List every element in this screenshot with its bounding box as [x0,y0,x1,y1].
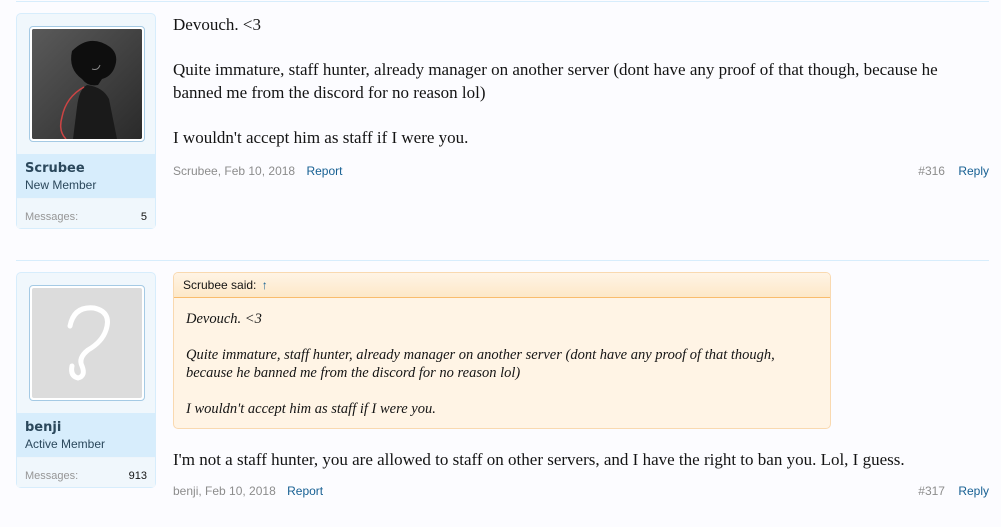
post-number-link[interactable]: #316 [918,164,945,178]
message-paragraph: Devouch. <3 [173,15,261,34]
post-date[interactable]: Feb 10, 2018 [224,164,295,178]
message-paragraph: I wouldn't accept him as staff if I were… [173,128,469,147]
user-name-panel: Scrubee New Member [17,154,155,198]
message-body: I'm not a staff hunter, you are allowed … [173,448,905,471]
user-name-panel: benji Active Member [17,413,155,457]
post-number-link[interactable]: #317 [918,484,945,498]
user-stats: Messages: 913 [17,457,155,487]
quote-attribution: Scrubee said: [183,278,257,292]
meta-author-link[interactable]: benji [173,484,198,498]
message-body: Devouch. <3 Quite immature, staff hunter… [173,13,989,149]
reply-button[interactable]: Reply [958,484,989,498]
message-meta: benji, Feb 10, 2018 Report #317 Reply [173,484,989,498]
reply-button[interactable]: Reply [958,164,989,178]
post-divider [16,1,989,2]
quote-paragraph: Quite immature, staff hunter, already ma… [186,347,775,381]
message-content: Scrubee said: ↑ Devouch. <3 Quite immatu… [173,272,989,498]
post-date[interactable]: Feb 10, 2018 [205,484,276,498]
message-paragraph: Quite immature, staff hunter, already ma… [173,60,938,102]
messages-count: 5 [140,211,147,223]
report-link[interactable]: Report [287,484,323,498]
message-content: Devouch. <3 Quite immature, staff hunter… [173,13,989,178]
user-title: New Member [25,178,97,192]
messages-count: 913 [128,470,147,482]
message-paragraph: I'm not a staff hunter, you are allowed … [173,450,905,469]
quote-paragraph: Devouch. <3 [186,311,262,327]
post-divider [16,260,989,261]
jump-to-quote-icon[interactable]: ↑ [262,278,268,292]
username-link[interactable]: benji [25,419,147,436]
quote-paragraph: I wouldn't accept him as staff if I were… [186,401,436,417]
thread-page: Scrubee New Member Messages: 5 Devouch. … [0,0,1001,527]
user-info-panel: Scrubee New Member Messages: 5 [16,13,156,229]
avatar[interactable] [29,26,145,142]
quote-block: Scrubee said: ↑ Devouch. <3 Quite immatu… [173,272,831,429]
messages-label: Messages: [25,470,79,482]
user-title: Active Member [25,437,106,451]
quote-body: Devouch. <3 Quite immature, staff hunter… [174,298,830,428]
report-link[interactable]: Report [306,164,342,178]
user-avatar-image[interactable] [32,29,142,139]
username-link[interactable]: Scrubee [25,160,147,177]
default-avatar-question-icon[interactable] [32,288,142,398]
avatar[interactable] [29,285,145,401]
quote-header: Scrubee said: ↑ [174,273,830,298]
user-info-panel: benji Active Member Messages: 913 [16,272,156,488]
user-stats: Messages: 5 [17,198,155,228]
post-317: benji Active Member Messages: 913 Scrube… [16,272,989,512]
messages-label: Messages: [25,211,79,223]
post-316: Scrubee New Member Messages: 5 Devouch. … [16,13,989,233]
meta-author-link[interactable]: Scrubee [173,164,218,178]
message-meta: Scrubee, Feb 10, 2018 Report #316 Reply [173,164,989,178]
